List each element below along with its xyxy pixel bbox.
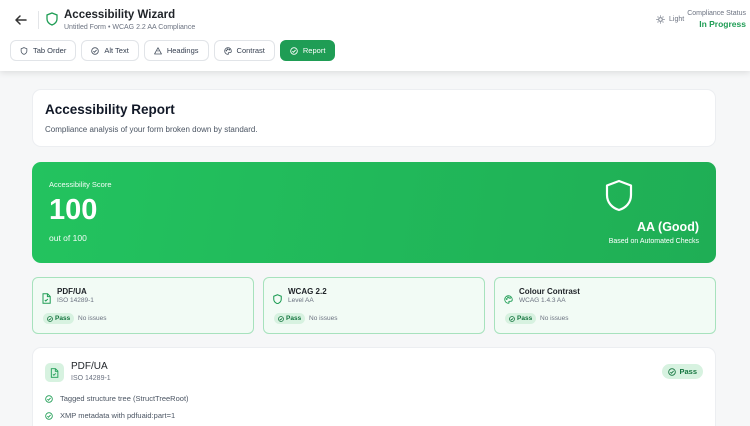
circle-check-icon	[91, 46, 100, 55]
sun-icon	[656, 15, 665, 24]
standard-spec: ISO 14289-1	[57, 297, 94, 304]
circle-check-icon	[45, 411, 53, 420]
score-card: Accessibility Score 100 out of 100 AA (G…	[32, 162, 716, 263]
detail-standard-name: PDF/UA	[71, 361, 108, 372]
tab-label: Headings	[166, 46, 199, 55]
standard-card-contrast[interactable]: Colour Contrast WCAG 1.4.3 AA Pass No is…	[494, 277, 716, 334]
compliance-level: AA (Good)	[636, 220, 699, 234]
circle-check-icon	[47, 315, 53, 322]
pdfua-detail-card: PDF/UA ISO 14289-1 Pass Tagged structure…	[32, 347, 716, 426]
circle-check-icon	[290, 46, 298, 55]
issues-text: No issues	[309, 315, 338, 322]
pass-label: Pass	[517, 315, 533, 322]
shield-icon	[46, 12, 58, 26]
tab-alt-text[interactable]: Alt Text	[81, 40, 139, 61]
check-item-label: Tagged structure tree (StructTreeRoot)	[60, 394, 189, 403]
theme-toggle[interactable]: Light	[656, 15, 684, 24]
report-description: Compliance analysis of your form broken …	[45, 125, 258, 134]
warning-icon	[153, 46, 162, 54]
pass-badge: Pass	[662, 364, 703, 379]
tab-contrast[interactable]: Contrast	[213, 40, 275, 61]
check-item: Tagged structure tree (StructTreeRoot)	[45, 394, 189, 403]
tab-label: Alt Text	[104, 46, 129, 55]
issues-text: No issues	[78, 315, 107, 322]
score-value: 100	[49, 194, 98, 226]
standard-card-wcag[interactable]: WCAG 2.2 Level AA Pass No issues	[263, 277, 485, 334]
standard-spec: Level AA	[288, 297, 314, 304]
report-title: Accessibility Report	[45, 102, 175, 117]
standard-card-pdfua[interactable]: PDF/UA ISO 14289-1 Pass No issues	[32, 277, 254, 334]
compliance-status-label: Compliance Status	[687, 10, 746, 17]
score-out-of: out of 100	[49, 233, 87, 243]
circle-check-icon	[509, 315, 515, 322]
shield-icon	[20, 46, 28, 55]
app-header: Accessibility Wizard Untitled Form • WCA…	[0, 0, 750, 71]
pass-badge: Pass	[274, 313, 306, 324]
pass-badge: Pass	[43, 313, 75, 324]
pass-label: Pass	[679, 367, 697, 376]
back-arrow-icon[interactable]	[13, 12, 29, 28]
pass-label: Pass	[55, 315, 71, 322]
compliance-status-value: In Progress	[699, 19, 746, 29]
issues-text: No issues	[540, 315, 569, 322]
document-icon	[42, 291, 51, 304]
app-title: Accessibility Wizard	[64, 9, 176, 21]
tab-tab-order[interactable]: Tab Order	[10, 40, 77, 61]
tab-label: Report	[302, 46, 326, 55]
pass-label: Pass	[286, 315, 302, 322]
report-header-card: Accessibility Report Compliance analysis…	[32, 89, 716, 147]
shield-icon	[273, 291, 282, 304]
wizard-tabs: Tab Order Alt Text Headings Contrast Rep…	[10, 40, 336, 61]
shield-icon	[604, 179, 634, 212]
theme-label: Light	[669, 16, 685, 23]
tab-report[interactable]: Report	[279, 40, 336, 61]
palette-icon	[504, 291, 513, 304]
report-content: Accessibility Report Compliance analysis…	[32, 89, 716, 426]
standards-row: PDF/UA ISO 14289-1 Pass No issues WCAG 2…	[32, 277, 716, 334]
circle-check-icon	[668, 367, 677, 376]
standard-name: WCAG 2.2	[288, 287, 327, 296]
tab-label: Tab Order	[33, 46, 67, 55]
standard-spec: WCAG 1.4.3 AA	[519, 297, 566, 304]
standard-name: Colour Contrast	[519, 287, 580, 296]
tab-label: Contrast	[236, 46, 265, 55]
header-divider	[38, 11, 39, 29]
standard-name: PDF/UA	[57, 287, 87, 296]
circle-check-icon	[45, 394, 53, 403]
check-item: XMP metadata with pdfuaid:part=1	[45, 411, 175, 420]
palette-icon	[223, 46, 232, 55]
app-subtitle: Untitled Form • WCAG 2.2 AA Compliance	[64, 24, 196, 31]
compliance-level-note: Based on Automated Checks	[608, 238, 699, 245]
circle-check-icon	[278, 315, 284, 322]
score-label: Accessibility Score	[49, 180, 112, 189]
document-icon	[45, 363, 64, 382]
check-item-label: XMP metadata with pdfuaid:part=1	[60, 411, 176, 420]
pass-badge: Pass	[505, 313, 537, 324]
detail-standard-spec: ISO 14289-1	[71, 375, 111, 382]
tab-headings[interactable]: Headings	[143, 40, 209, 61]
